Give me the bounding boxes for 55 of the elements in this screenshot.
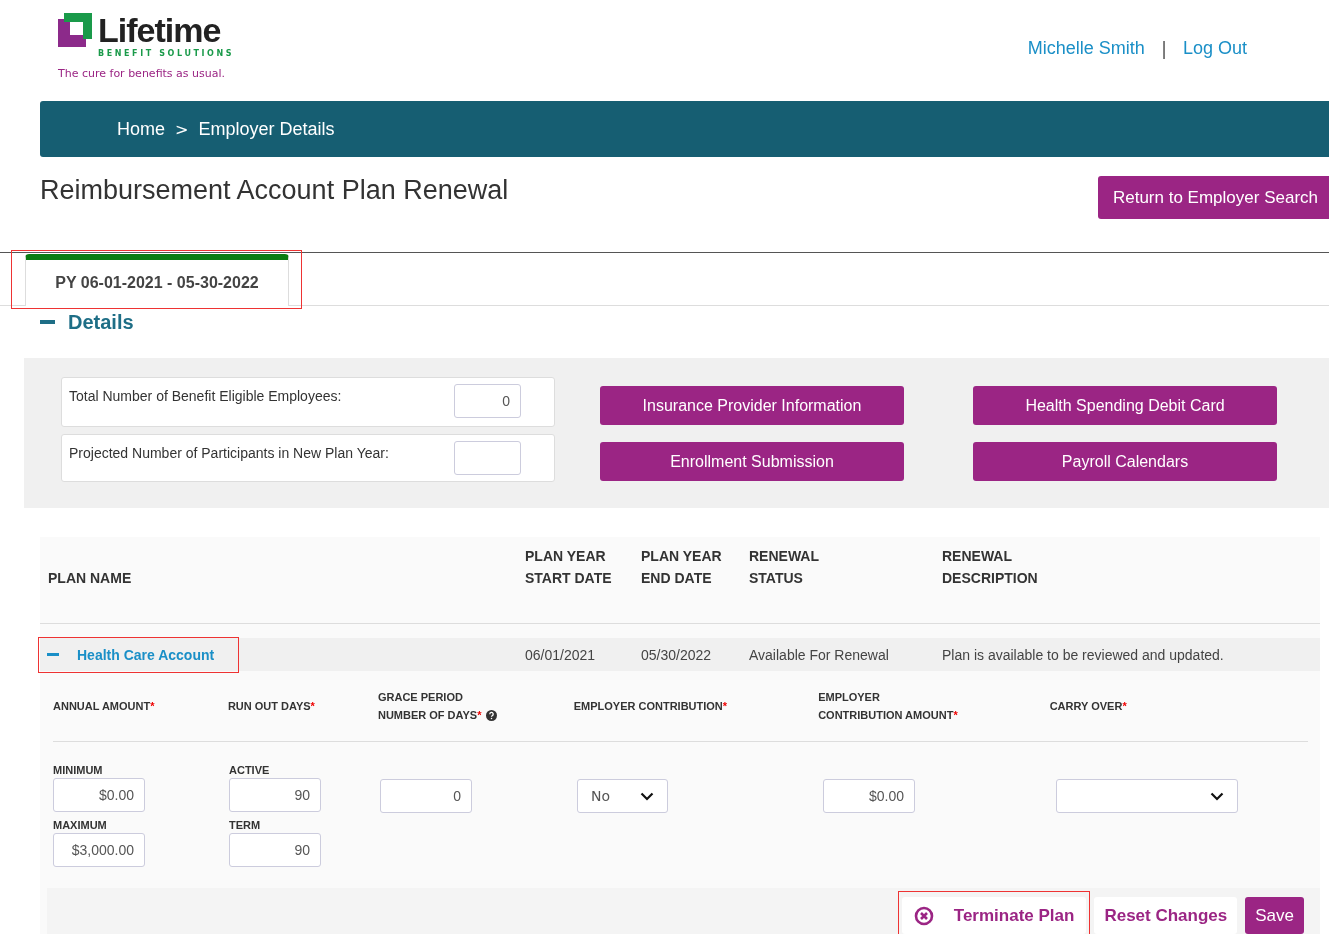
plan-year-tab[interactable]: PY 06-01-2021 - 05-30-2022 (25, 254, 289, 306)
field-header: EMPLOYER CONTRIBUTION* (573, 699, 728, 714)
field-label: TERM (229, 819, 262, 831)
field-header: RUN OUT DAYS* (227, 699, 315, 714)
field-label: ACTIVE (229, 764, 271, 776)
table-cell-text: Available For Renewal (749, 646, 890, 663)
amount-field[interactable]: 90 (229, 778, 321, 812)
amount-field[interactable]: 0 (380, 779, 472, 813)
field-label: Projected Number of Participants in New Plan Year: (69, 445, 389, 463)
column-header: PLAN YEAR END DATE (641, 547, 723, 588)
link-separator: | (1160, 38, 1167, 59)
breadcrumb-separator: > (175, 119, 189, 139)
logout-link[interactable]: Log Out (1182, 38, 1247, 59)
breadcrumb-link[interactable]: Employer Details (198, 118, 335, 140)
amount-field[interactable]: $0.00 (823, 779, 915, 813)
table-cell-text: 06/01/2021 (525, 646, 597, 663)
user-name-link[interactable]: Michelle Smith (1027, 38, 1145, 59)
field-header: GRACE PERIOD NUMBER OF DAYS* (377, 690, 482, 723)
field-header: CARRY OVER* (1049, 699, 1127, 714)
column-header: RENEWAL STATUS (749, 547, 820, 588)
logo-subtitle: BENEFIT SOLUTIONS (98, 49, 235, 58)
table-cell-text: Plan is available to be reviewed and updated. (942, 646, 1225, 663)
chevron-down-icon (1210, 791, 1224, 801)
help-icon[interactable] (486, 710, 498, 721)
field-label: Total Number of Benefit Eligible Employees: (69, 388, 342, 406)
column-header: RENEWAL DESCRIPTION (942, 547, 1039, 588)
breadcrumb-link[interactable]: Home (117, 118, 165, 140)
section-button[interactable]: Payroll Calendars (973, 442, 1277, 481)
section-button[interactable]: Enrollment Submission (600, 442, 904, 481)
close-circle-icon (913, 905, 934, 926)
table-cell-text: 05/30/2022 (641, 646, 713, 663)
page-title: Reimbursement Account Plan Renewal (40, 175, 509, 206)
column-header: PLAN NAME (48, 569, 133, 588)
section-title: Details (68, 310, 134, 334)
amount-field[interactable]: $3,000.00 (53, 833, 145, 867)
return-button[interactable]: Return to Employer Search (1097, 176, 1329, 219)
field-header: EMPLOYER CONTRIBUTION AMOUNT* (818, 690, 958, 723)
reset-button[interactable]: Reset Changes (1094, 897, 1238, 934)
section-button[interactable]: Insurance Provider Information (600, 386, 904, 425)
field-label: MINIMUM (53, 764, 104, 776)
terminate-button[interactable]: Terminate Plan (901, 897, 1087, 934)
logo-wordmark: Lifetime (98, 12, 221, 48)
amount-field[interactable]: 90 (229, 833, 321, 867)
column-header: PLAN YEAR START DATE (525, 547, 613, 588)
field-label: MAXIMUM (53, 819, 108, 831)
number-field[interactable]: 0 (454, 384, 521, 418)
chevron-down-icon (640, 791, 654, 801)
save-button[interactable]: Save (1245, 897, 1304, 934)
logo-tagline: The cure for benefits as usual. (58, 67, 227, 80)
dropdown[interactable]: No (577, 779, 668, 813)
amount-field[interactable]: $0.00 (53, 778, 145, 812)
number-field[interactable] (454, 441, 521, 475)
section-button[interactable]: Health Spending Debit Card (973, 386, 1277, 425)
field-header: ANNUAL AMOUNT* (53, 699, 155, 714)
logo-mark-icon (58, 13, 92, 47)
